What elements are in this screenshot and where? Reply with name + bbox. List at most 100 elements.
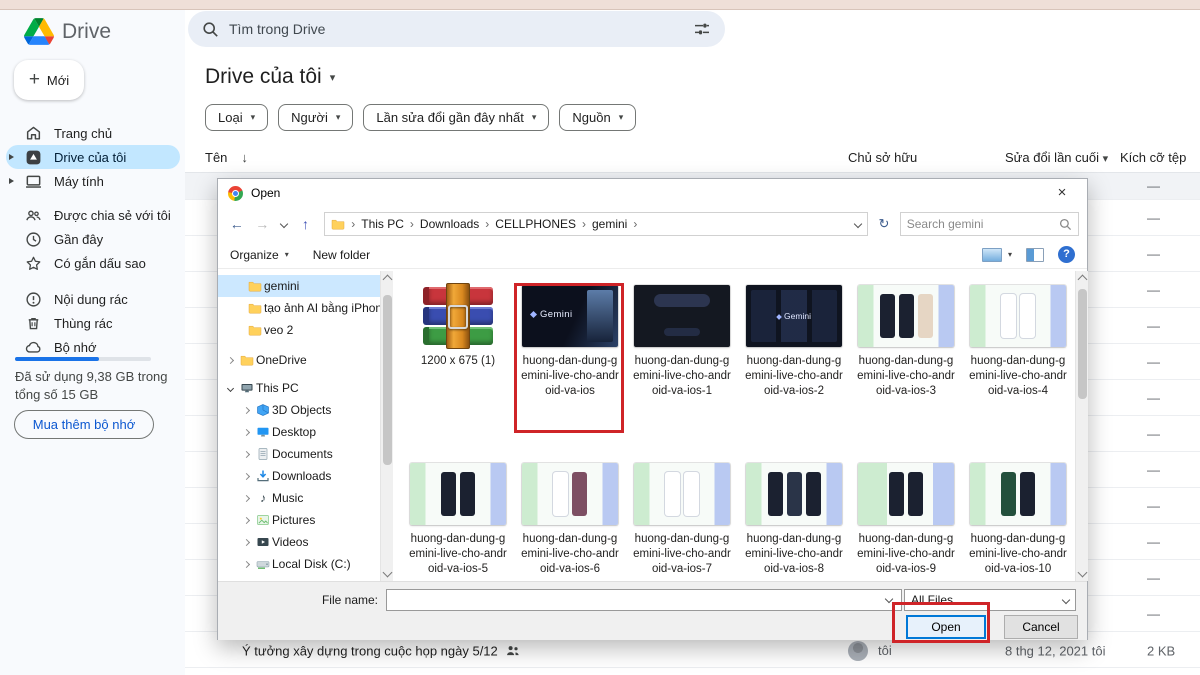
chevron-right-icon[interactable] — [238, 452, 254, 457]
breadcrumb-this-pc[interactable]: This PC — [361, 217, 404, 231]
sidebar-item-shared-with-me[interactable]: Được chia sẻ với tôi — [6, 203, 180, 227]
file-name-input[interactable] — [386, 589, 902, 611]
sidebar-item-my-drive[interactable]: Drive của tôi — [6, 145, 180, 169]
tree-scrollbar[interactable] — [380, 271, 393, 581]
chevron-right-icon[interactable] — [238, 496, 254, 501]
buy-storage-button[interactable]: Mua thêm bộ nhớ — [14, 410, 154, 439]
column-modified[interactable]: Sửa đổi lần cuối ▾ — [1005, 150, 1108, 165]
new-folder-button[interactable]: New folder — [313, 248, 370, 262]
tree-item-onedrive[interactable]: OneDrive — [218, 349, 380, 371]
sidebar-item-spam[interactable]: Nội dung rác — [6, 287, 180, 311]
address-dropdown-icon[interactable] — [854, 220, 862, 228]
file-item[interactable]: huong-dan-dung-gemini-live-cho-android-v… — [630, 459, 734, 581]
up-button[interactable]: ↑ — [295, 213, 317, 235]
tree-item-veo-2[interactable]: veo 2 — [218, 319, 380, 341]
tree-item-music[interactable]: ♪ Music — [218, 487, 380, 509]
breadcrumb-downloads[interactable]: Downloads — [420, 217, 479, 231]
sort-arrow-icon[interactable]: ↓ — [241, 150, 248, 165]
breadcrumb-gemini[interactable]: gemini — [592, 217, 627, 231]
drive-search-bar[interactable] — [188, 11, 725, 47]
help-icon[interactable]: ? — [1058, 246, 1075, 263]
file-label: huong-dan-dung-gemini-live-cho-android-v… — [742, 532, 846, 577]
expander-icon[interactable] — [6, 178, 16, 184]
dialog-titlebar[interactable]: Open × — [218, 179, 1087, 207]
file-item[interactable]: huong-dan-dung-gemini-live-cho-android-v… — [854, 459, 958, 581]
folder-icon — [246, 301, 264, 315]
file-item[interactable]: huong-dan-dung-gemini-live-cho-android-v… — [406, 459, 510, 581]
sidebar-item-computers[interactable]: Máy tính — [6, 169, 180, 193]
scroll-up-icon[interactable] — [1078, 275, 1088, 285]
page-title[interactable]: Drive của tôi — [205, 65, 322, 89]
file-item-archive[interactable]: 1200 x 675 (1) — [406, 281, 510, 451]
file-item[interactable]: huong-dan-dung-gemini-live-cho-android-v… — [518, 459, 622, 581]
chevron-right-icon[interactable] — [238, 430, 254, 435]
scrollbar-thumb[interactable] — [1078, 289, 1087, 399]
chevron-right-icon[interactable] — [238, 474, 254, 479]
tree-item-local-disk-c[interactable]: Local Disk (C:) — [218, 553, 380, 575]
search-input[interactable] — [229, 21, 683, 37]
file-item[interactable]: huong-dan-dung-gemini-live-cho-android-v… — [742, 459, 846, 581]
sidebar-item-label: Bộ nhớ — [54, 340, 97, 355]
cancel-button[interactable]: Cancel — [1004, 615, 1078, 639]
column-name[interactable]: Tên ↓ — [205, 150, 248, 165]
sidebar-item-home[interactable]: Trang chủ — [6, 121, 180, 145]
file-item[interactable]: huong-dan-dung-gemini-live-cho-android-v… — [966, 459, 1070, 581]
chevron-right-icon[interactable] — [238, 408, 254, 413]
scroll-down-icon[interactable] — [383, 568, 393, 578]
dialog-search-box[interactable] — [900, 212, 1079, 236]
breadcrumb-cellphones[interactable]: CELLPHONES — [495, 217, 576, 231]
organize-button[interactable]: Organize ▾ — [230, 248, 289, 262]
tree-item-gemini[interactable]: gemini — [218, 275, 380, 297]
tree-item-this-pc[interactable]: This PC — [218, 377, 380, 399]
chevron-down-icon — [1062, 596, 1070, 604]
tree-item-tao-anh[interactable]: tạo ảnh AI bằng iPhone — [218, 297, 380, 319]
chevron-down-icon[interactable] — [222, 386, 238, 391]
tree-item-3d-objects[interactable]: 3D Objects — [218, 399, 380, 421]
sidebar-item-recent[interactable]: Gần đây — [6, 227, 180, 251]
grid-scrollbar[interactable] — [1075, 271, 1088, 581]
filter-people[interactable]: Người▾ — [278, 104, 353, 131]
file-item[interactable]: huong-dan-dung-gemini-live-cho-android-v… — [966, 281, 1070, 451]
tree-item-videos[interactable]: Videos — [218, 531, 380, 553]
file-thumbnail — [858, 463, 954, 525]
dialog-search-input[interactable] — [907, 217, 1059, 231]
preview-pane-icon[interactable] — [1026, 248, 1044, 262]
scroll-up-icon[interactable] — [383, 275, 393, 285]
back-button[interactable]: ← — [226, 213, 248, 235]
sidebar-item-trash[interactable]: Thùng rác — [6, 311, 180, 335]
column-size[interactable]: Kích cỡ tệp — [1120, 150, 1186, 165]
chevron-right-icon[interactable] — [238, 562, 254, 567]
sidebar-item-storage[interactable]: Bộ nhớ — [6, 335, 180, 359]
chevron-down-icon: ▾ — [1008, 250, 1012, 259]
close-icon[interactable]: × — [1047, 182, 1077, 204]
filter-type[interactable]: Loại▾ — [205, 104, 268, 131]
chevron-right-icon[interactable] — [238, 540, 254, 545]
drive-logo[interactable]: Drive — [24, 18, 111, 45]
new-button[interactable]: + Mới — [14, 60, 84, 100]
sidebar-item-label: Trang chủ — [54, 126, 112, 141]
file-item[interactable]: huong-dan-dung-gemini-live-cho-android-v… — [854, 281, 958, 451]
filter-source[interactable]: Nguồn▾ — [559, 104, 636, 131]
history-dropdown[interactable] — [277, 213, 291, 235]
filter-modified[interactable]: Lần sửa đổi gần đây nhất▾ — [363, 104, 549, 131]
address-bar[interactable]: › This PC › Downloads › CELLPHONES › gem… — [324, 212, 868, 236]
chevron-down-icon[interactable]: ▾ — [330, 71, 336, 84]
file-item[interactable]: huong-dan-dung-gemini-live-cho-android-v… — [630, 281, 734, 451]
column-owner[interactable]: Chủ sở hữu — [848, 150, 917, 165]
view-mode-button[interactable]: ▾ — [982, 248, 1012, 262]
file-label: huong-dan-dung-gemini-live-cho-android-v… — [742, 354, 846, 399]
tree-item-documents[interactable]: Documents — [218, 443, 380, 465]
scroll-down-icon[interactable] — [1078, 568, 1088, 578]
scrollbar-thumb[interactable] — [383, 295, 392, 465]
sidebar-item-starred[interactable]: Có gắn dấu sao — [6, 251, 180, 275]
refresh-icon[interactable]: ↻ — [872, 212, 895, 236]
file-item[interactable]: Gemini huong-dan-dung-gemini-live-cho-an… — [742, 281, 846, 451]
tree-item-downloads[interactable]: Downloads — [218, 465, 380, 487]
chevron-right-icon[interactable] — [238, 518, 254, 523]
forward-button[interactable]: → — [252, 213, 274, 235]
tree-item-pictures[interactable]: Pictures — [218, 509, 380, 531]
tree-item-desktop[interactable]: Desktop — [218, 421, 380, 443]
expander-icon[interactable] — [6, 154, 16, 160]
search-options-icon[interactable] — [693, 20, 711, 38]
chevron-right-icon[interactable] — [222, 358, 238, 363]
